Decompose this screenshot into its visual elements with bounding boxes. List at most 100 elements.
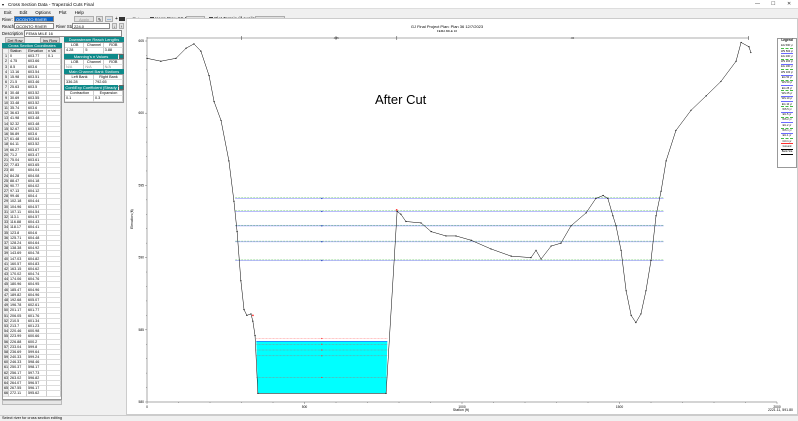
title-bar: ▾ Cross Section Data - Trapezoid Cuts Fi… xyxy=(0,0,798,9)
ground-point xyxy=(665,160,667,162)
ground-point xyxy=(470,239,472,241)
ground-point xyxy=(228,160,230,162)
legend-label: Bank Sta xyxy=(781,150,793,154)
ground-point xyxy=(690,109,692,111)
ground-point xyxy=(405,220,407,223)
elevation-cell[interactable]: 595.62 xyxy=(27,391,47,397)
ground-point xyxy=(420,222,422,224)
legend-label: EG 100 yr xyxy=(781,65,793,69)
chart-subtitle: FEMA MILE 16 xyxy=(437,29,458,33)
description-input[interactable]: FEMA MILE 16 xyxy=(24,30,122,37)
ground-point xyxy=(243,308,245,311)
ground-point xyxy=(630,314,632,316)
legend-label: EG 2 yr xyxy=(782,123,792,127)
mannings-table-button[interactable] xyxy=(119,54,124,59)
menu-options[interactable]: Options xyxy=(35,10,51,15)
y-tick-label: 580 xyxy=(138,400,144,404)
ws-point xyxy=(321,241,323,243)
x-tick-label: 500 xyxy=(302,405,308,409)
close-button[interactable]: ✕ xyxy=(787,1,791,7)
ground-point xyxy=(660,190,662,192)
add-icon[interactable]: + xyxy=(115,16,118,22)
legend-entry: Bank Sta xyxy=(778,150,796,156)
ground-point xyxy=(602,194,604,197)
camera-icon[interactable] xyxy=(119,17,125,21)
menu-exit[interactable]: Exit xyxy=(4,10,12,15)
bank-station-marker xyxy=(252,314,254,317)
cross-section-plot[interactable]: GJ Final Project Plan: Plan 36 12/7/2023… xyxy=(126,18,798,415)
plot-canvas[interactable]: GJ Final Project Plan: Plan 36 12/7/2023… xyxy=(127,19,798,414)
ground-point xyxy=(530,257,532,259)
ground-point xyxy=(490,248,492,250)
ground-point xyxy=(257,392,259,394)
crit-point xyxy=(321,376,323,379)
ground-point xyxy=(252,320,254,322)
crit-point xyxy=(321,337,323,340)
annotation-after-cut: After Cut xyxy=(375,92,427,107)
ground-point xyxy=(250,313,252,315)
maximize-button[interactable]: ☐ xyxy=(771,1,775,7)
table-row[interactable]: 66 272.11 595.62 xyxy=(3,391,61,397)
river-station-select[interactable]: 224.0 xyxy=(72,23,110,29)
ground-point xyxy=(645,290,647,292)
ground-point xyxy=(625,290,627,292)
legend: Legend EG 500 yr WS 500 yr EG 200 yr WS 200 … xyxy=(777,38,797,168)
menu-bar: Exit Edit Options Plot Help xyxy=(0,9,798,16)
contraction-input[interactable]: 0.1 xyxy=(65,96,94,102)
ws-point xyxy=(321,210,323,213)
edit-tool-button[interactable]: ✎ xyxy=(96,16,103,22)
ws-point xyxy=(321,225,323,227)
ground-point xyxy=(595,197,597,199)
minimize-button[interactable]: — xyxy=(755,1,760,7)
ground-point xyxy=(193,43,195,45)
ground-line xyxy=(146,42,752,394)
ground-point xyxy=(246,314,248,316)
menu-edit[interactable]: Edit xyxy=(20,10,28,15)
ground-point xyxy=(208,75,210,77)
legend-label: WS 1 yr xyxy=(782,129,792,133)
n-value-cell[interactable] xyxy=(47,391,61,397)
ground-point xyxy=(233,200,235,202)
mannings-n-label: .035 xyxy=(333,36,339,40)
ground-point xyxy=(213,101,215,103)
legend-label: EG 10 yr xyxy=(781,102,793,106)
legend-label: WS 10 yr xyxy=(781,97,793,101)
horizontal-scrollbar[interactable] xyxy=(2,400,62,405)
xs-table[interactable]: Station Elevation n Val 1 0 603.77 0.1 2 4.75… xyxy=(2,48,62,400)
rob-length-input[interactable]: 3.88 xyxy=(103,48,123,54)
channel-length-input[interactable]: 5 xyxy=(84,48,104,54)
prev-station-button[interactable]: ↓ xyxy=(112,23,117,29)
legend-swatch xyxy=(781,154,793,156)
ground-point xyxy=(430,231,432,233)
legend-label: EG 500 yr xyxy=(781,44,793,48)
ws-point xyxy=(321,197,323,200)
bank-stations-panel: Main Channel Bank Stations Left Bank Righ… xyxy=(64,69,124,87)
legend-label: WS 100 yr xyxy=(780,70,794,74)
x-tick-label: 1500 xyxy=(616,405,624,409)
bank-station-marker xyxy=(395,209,398,211)
coefficients-table-button[interactable] xyxy=(119,85,124,90)
x-tick-label: 1000 xyxy=(458,405,466,409)
ground-point xyxy=(650,259,652,262)
menu-help[interactable]: Help xyxy=(75,10,84,15)
legend-label: EG 1 yr xyxy=(782,134,792,138)
menu-plot[interactable]: Plot xyxy=(59,10,67,15)
next-station-button[interactable]: ↑ xyxy=(119,23,124,29)
y-tick-label: 590 xyxy=(138,256,144,260)
station-cell[interactable]: 272.11 xyxy=(9,391,27,397)
expansion-input[interactable]: 0.3 xyxy=(94,96,123,102)
reach-select[interactable]: OCONTO RIVER xyxy=(14,23,54,29)
ground-point xyxy=(455,235,457,237)
ground-point xyxy=(510,255,512,257)
ground-point xyxy=(615,225,617,227)
crit-point xyxy=(321,355,323,357)
ground-point xyxy=(560,242,562,244)
ground-point xyxy=(740,41,742,44)
legend-label: EG 50 yr xyxy=(781,76,793,80)
river-select[interactable]: OCONTO RIVER xyxy=(14,16,54,22)
apply-data-button[interactable]: Apply Data xyxy=(74,16,94,27)
legend-label: EG 5 yr xyxy=(782,113,792,117)
lob-length-input[interactable]: 4.28 xyxy=(65,48,85,54)
graph-tool-button[interactable]: 〰 xyxy=(105,16,113,22)
coefficients-panel: Cont\Exp Coefficient (Steady Flow) Contr… xyxy=(64,85,124,103)
